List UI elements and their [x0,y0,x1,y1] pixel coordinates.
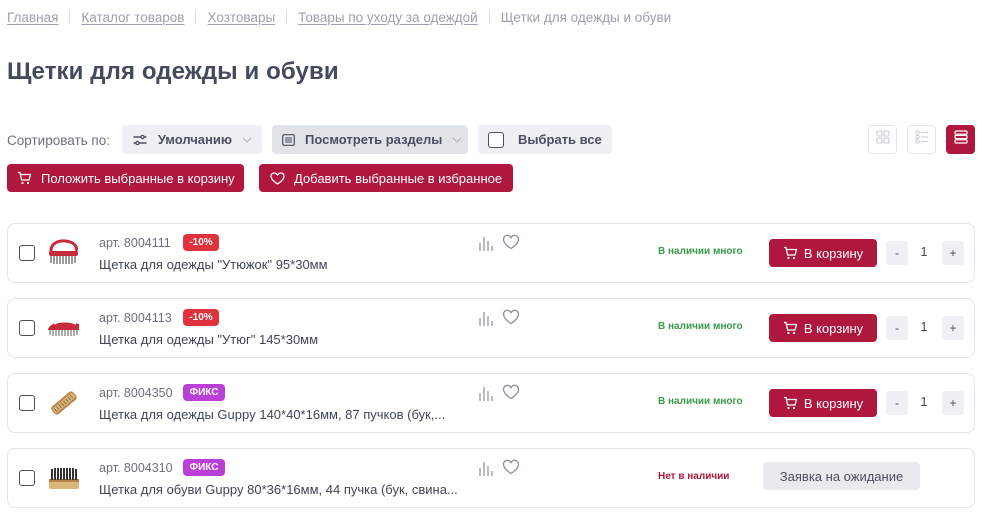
add-to-cart-label: В корзину [803,395,864,411]
rows-view-icon [953,130,968,149]
heart-icon[interactable] [502,234,520,251]
product-checkbox[interactable] [19,245,35,261]
product-name[interactable]: Щетка для одежды "Утюг" 145*30мм [99,332,318,347]
waitlist-request-button[interactable]: Заявка на ожидание [763,462,920,490]
heart-icon[interactable] [502,459,520,476]
select-all-label: Выбрать все [518,132,602,147]
list-view-icon [915,130,929,149]
product-image[interactable] [44,309,84,347]
breadcrumb-household[interactable]: Хозтовары [207,10,275,25]
product-row: арт. 8004310 ФИКС Щетка для обуви Guppy … [7,448,975,508]
fix-price-badge: ФИКС [183,459,225,476]
filter-sort-icon [132,132,148,148]
heart-icon[interactable] [502,309,520,326]
cart-icon [783,321,798,335]
add-to-cart-label: В корзину [803,245,864,261]
breadcrumb-separator [488,10,490,24]
view-sections-dropdown[interactable]: Посмотреть разделы [272,125,468,154]
chevron-down-icon [242,135,252,145]
quantity-decrement-button[interactable]: - [886,241,908,265]
quantity-value[interactable]: 1 [912,320,936,334]
list-icon [282,132,295,148]
add-to-cart-button[interactable]: В корзину [769,389,877,417]
product-image[interactable] [44,384,84,422]
sort-dropdown[interactable]: Умолчанию [122,125,262,154]
discount-badge: -10% [183,234,219,251]
select-all-toggle[interactable]: Выбрать все [478,125,612,154]
fix-price-badge: ФИКС [183,384,225,401]
product-article: арт. 8004310 [99,461,173,475]
rows-view-button[interactable] [946,125,975,154]
product-article: арт. 8004350 [99,386,173,400]
waitlist-request-label: Заявка на ожидание [779,468,904,484]
breadcrumb-current: Щетки для одежды и обуви [500,9,672,25]
quantity-increment-button[interactable]: + [942,241,964,265]
product-row: арт. 8004350 ФИКС Щетка для одежды Guppy… [7,373,975,433]
cart-icon [783,396,798,410]
breadcrumb-catalog[interactable]: Каталог товаров [81,10,184,25]
page-title: Щетки для одежды и обуви [7,58,339,85]
quantity-increment-button[interactable]: + [942,391,964,415]
breadcrumb-separator [286,10,288,24]
grid-view-button[interactable] [868,125,897,154]
chevron-down-icon [452,135,462,145]
add-selected-to-cart-button[interactable]: Положить выбранные в корзину [7,164,244,192]
product-name[interactable]: Щетка для одежды Guppy 140*40*16мм, 87 п… [99,407,445,422]
cart-icon [17,170,32,186]
product-checkbox[interactable] [19,395,35,411]
add-to-cart-button[interactable]: В корзину [769,239,877,267]
product-row: арт. 8004113 -10% Щетка для одежды "Утюг… [7,298,975,358]
availability-status: В наличии много [658,246,743,257]
product-name[interactable]: Щетка для одежды "Утюжок" 95*30мм [99,257,328,272]
grid-view-icon [875,130,890,149]
product-checkbox[interactable] [19,320,35,336]
quantity-decrement-button[interactable]: - [886,316,908,340]
stats-icon[interactable] [478,459,494,477]
cart-icon [783,246,798,260]
product-row: арт. 8004111 -10% Щетка для одежды "Утюж… [7,223,975,283]
product-article: арт. 8004113 [99,311,172,325]
sort-value: Умолчанию [157,132,232,147]
list-view-button[interactable] [907,125,936,154]
add-selected-to-cart-label: Положить выбранные в корзину [41,170,235,186]
discount-badge: -10% [183,309,219,326]
breadcrumb-home[interactable]: Главная [7,10,58,25]
stats-icon[interactable] [478,234,494,252]
quantity-value[interactable]: 1 [912,395,936,409]
heart-icon[interactable] [502,384,520,401]
breadcrumb-separator [195,10,197,24]
availability-status: В наличии много [658,396,743,407]
availability-status: В наличии много [658,321,743,332]
quantity-increment-button[interactable]: + [942,316,964,340]
product-checkbox[interactable] [19,470,35,486]
product-article: арт. 8004111 [99,236,171,250]
stats-icon[interactable] [478,384,494,402]
stats-icon[interactable] [478,309,494,327]
add-to-cart-label: В корзину [803,320,864,336]
availability-status: Нет в наличии [658,471,730,482]
breadcrumb: Главная Каталог товаров Хозтовары Товары… [7,8,671,26]
heart-icon [269,170,285,186]
product-image[interactable] [44,459,84,497]
sort-label: Сортировать по: [7,133,110,148]
add-to-cart-button[interactable]: В корзину [769,314,877,342]
select-all-checkbox[interactable] [488,131,504,148]
breadcrumb-separator [69,10,71,24]
breadcrumb-clothing-care[interactable]: Товары по уходу за одеждой [298,10,478,25]
product-image[interactable] [44,234,84,272]
sections-label: Посмотреть разделы [305,132,443,147]
add-selected-to-favorites-button[interactable]: Добавить выбранные в избранное [259,164,513,192]
add-selected-to-favorites-label: Добавить выбранные в избранное [294,170,503,186]
quantity-value[interactable]: 1 [912,245,936,259]
quantity-decrement-button[interactable]: - [886,391,908,415]
product-name[interactable]: Щетка для обуви Guppy 80*36*16мм, 44 пуч… [99,482,458,497]
